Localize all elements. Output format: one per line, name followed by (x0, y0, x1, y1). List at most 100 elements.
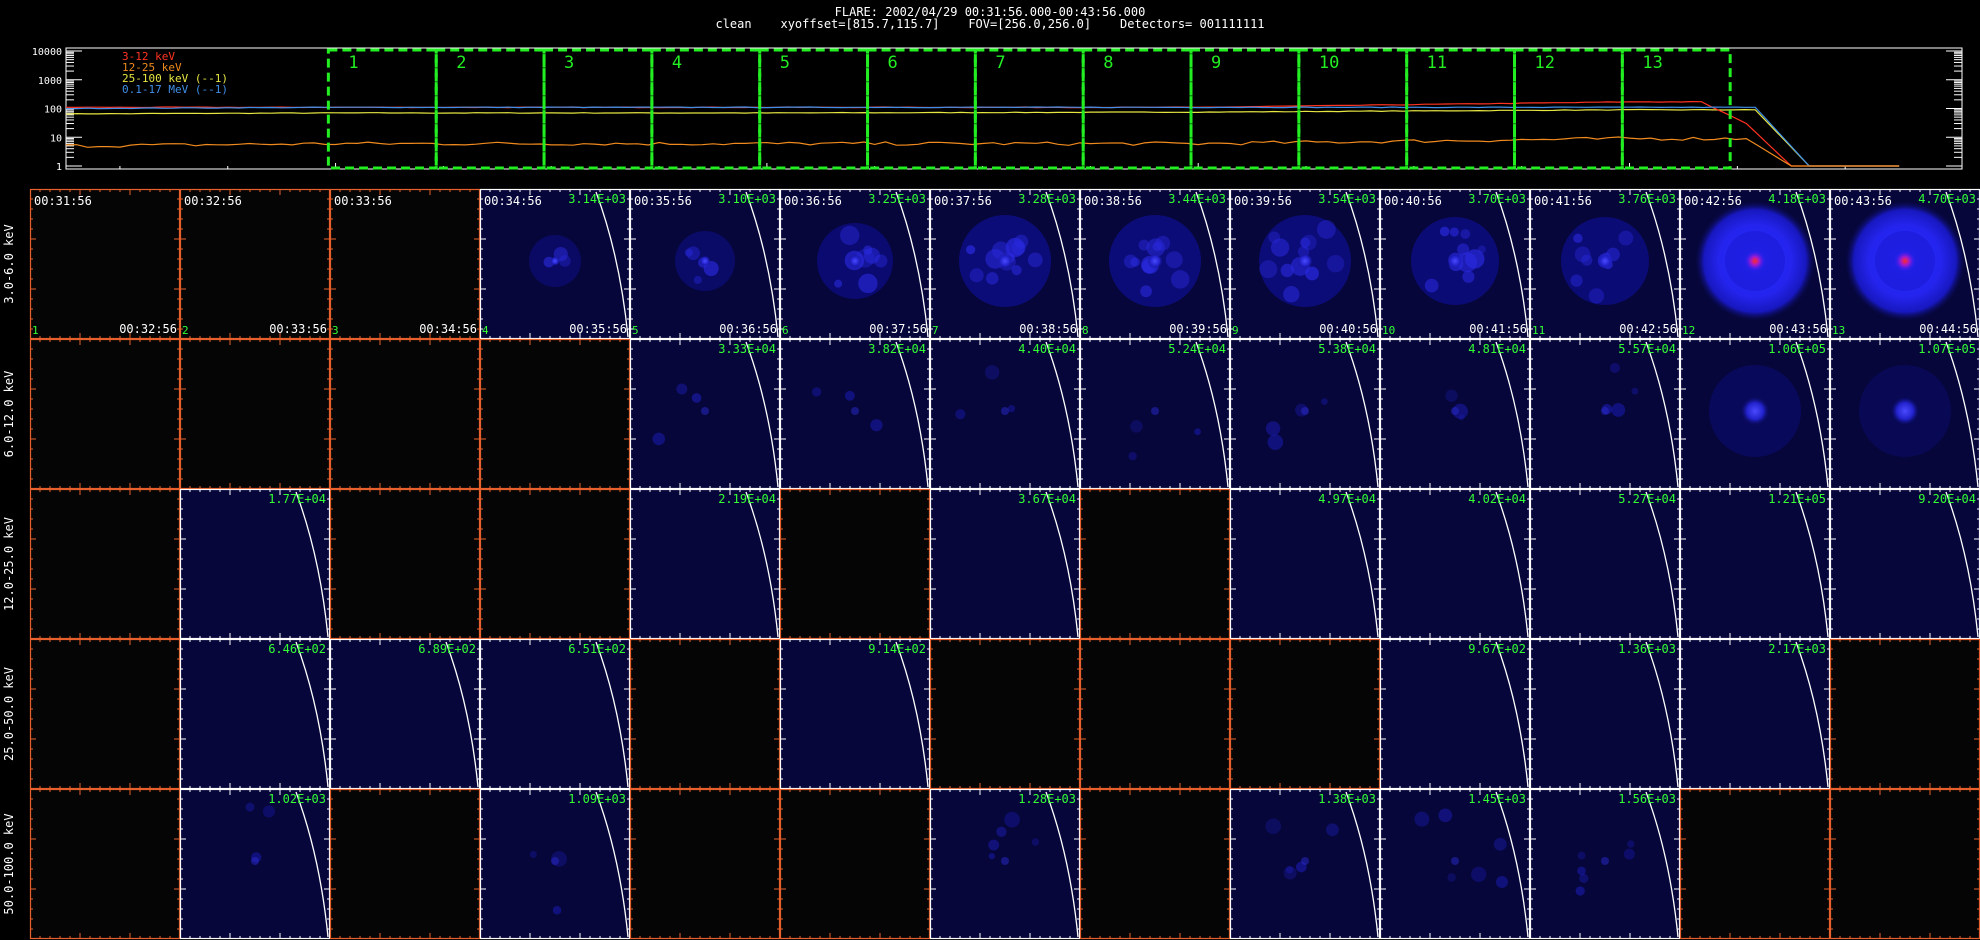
peak-value: 3.76E+03 (1618, 192, 1676, 206)
source-core (1301, 857, 1309, 865)
interval-end-time: 00:37:56 (869, 322, 927, 336)
noise-blob (811, 387, 822, 397)
image-cell: 4.97E+04 (1229, 488, 1381, 640)
image-cell: 3.76E+03 00:41:56 00:42:56 11 (1529, 188, 1681, 340)
image-cell (29, 338, 181, 490)
cell-background (1080, 789, 1230, 939)
noise-blob (1575, 886, 1585, 896)
cell-background (30, 339, 180, 489)
peak-value: 2.17E+03 (1768, 642, 1826, 656)
image-cell (629, 788, 781, 940)
noise-blob (552, 905, 562, 915)
noise-blob (1267, 434, 1284, 450)
energy-band-label: 25.0-50.0 keV (2, 667, 16, 761)
interval-start-time: 00:35:56 (634, 194, 692, 208)
source-core (1597, 253, 1613, 269)
image-cell (1229, 638, 1381, 790)
source-core (550, 256, 560, 266)
noise-blob (1493, 837, 1507, 851)
source-clump (1259, 260, 1278, 279)
peak-value: 1.28E+03 (1018, 792, 1076, 806)
image-cell: 1.07E+05 (1829, 338, 1980, 490)
interval-end-time: 00:33:56 (269, 322, 327, 336)
peak-value: 5.27E+04 (1618, 492, 1676, 506)
interval-number: 3 (332, 324, 339, 337)
source-core (1297, 253, 1313, 269)
cell-background (1380, 639, 1530, 789)
image-cell: 1.02E+03 (179, 788, 331, 940)
cell-background (1080, 489, 1230, 639)
noise-blob (1496, 876, 1508, 888)
image-cell: 2.17E+03 (1679, 638, 1831, 790)
image-cell: 9.14E+02 (779, 638, 931, 790)
energy-band-label: 50.0-100.0 keV (2, 813, 16, 914)
image-cell (1079, 488, 1231, 640)
image-cell (479, 338, 631, 490)
interval-start-time: 00:36:56 (784, 194, 842, 208)
interval-number: 1 (32, 324, 39, 337)
energy-band-label: 12.0-25.0 keV (2, 517, 16, 611)
interval-start-time: 00:32:56 (184, 194, 242, 208)
interval-end-time: 00:40:56 (1319, 322, 1377, 336)
peak-value: 3.33E+04 (718, 342, 776, 356)
peak-value: 9.67E+02 (1468, 642, 1526, 656)
noise-blob (1627, 840, 1635, 848)
interval-number: 9 (1232, 324, 1239, 337)
noise-blob (1265, 818, 1282, 835)
peak-value: 4.02E+04 (1468, 492, 1526, 506)
image-cell: 1.21E+05 (1679, 488, 1831, 640)
source-core (1741, 397, 1769, 425)
image-cell (1679, 788, 1831, 940)
noise-blob (1579, 873, 1589, 883)
image-cell (779, 488, 931, 640)
source-clump (1570, 274, 1583, 287)
noise-blob (676, 383, 688, 395)
source-clump (863, 247, 881, 264)
source-clump (1130, 257, 1140, 267)
image-cell: 5.27E+04 (1529, 488, 1681, 640)
source-clump (1170, 270, 1190, 289)
cell-background (480, 639, 630, 789)
cell-background (30, 189, 180, 339)
source-clump (840, 225, 860, 246)
image-cell: 1.45E+03 (1379, 788, 1531, 940)
cell-background (1530, 639, 1680, 789)
peak-value: 4.40E+04 (1018, 342, 1076, 356)
image-cell: 4.18E+03 00:42:56 00:43:56 12 (1679, 188, 1831, 340)
image-cell: 1.28E+03 (929, 788, 1081, 940)
interval-end-time: 00:39:56 (1169, 322, 1227, 336)
peak-value: 9.20E+04 (1918, 492, 1976, 506)
noise-blob (1609, 362, 1620, 373)
noise-blob (1004, 811, 1020, 828)
source-clump (684, 248, 693, 257)
image-cell: 3.25E+03 00:36:56 00:37:56 6 (779, 188, 931, 340)
noise-blob (1447, 873, 1456, 882)
source-core (551, 857, 559, 865)
image-cell: 3.14E+03 00:34:56 00:35:56 4 (479, 188, 631, 340)
peak-value: 1.06E+05 (1768, 342, 1826, 356)
source-core (1451, 407, 1459, 415)
interval-number: 4 (482, 324, 489, 337)
image-cell: 1.36E+03 (1529, 638, 1681, 790)
cell-background (330, 189, 480, 339)
interval-end-time: 00:34:56 (419, 322, 477, 336)
source-clump (1138, 239, 1150, 251)
image-cell: 9.67E+02 (1379, 638, 1531, 790)
interval-start-time: 00:37:56 (934, 194, 992, 208)
interval-number: 6 (782, 324, 789, 337)
peak-value: 1.02E+03 (268, 792, 326, 806)
cell-background (330, 639, 480, 789)
peak-value: 4.97E+04 (1318, 492, 1376, 506)
source-clump (1165, 251, 1183, 269)
source-core (1001, 857, 1009, 865)
noise-blob (1194, 428, 1201, 436)
source-clump (1140, 285, 1152, 298)
image-cell: 00:32:56 00:33:56 2 (179, 188, 331, 340)
cell-background (780, 789, 930, 939)
noise-blob (1325, 823, 1339, 837)
noise-blob (1128, 451, 1137, 461)
source-core (1894, 250, 1916, 272)
peak-value: 1.38E+03 (1318, 792, 1376, 806)
noise-blob (1283, 866, 1297, 880)
noise-blob (1445, 389, 1458, 402)
